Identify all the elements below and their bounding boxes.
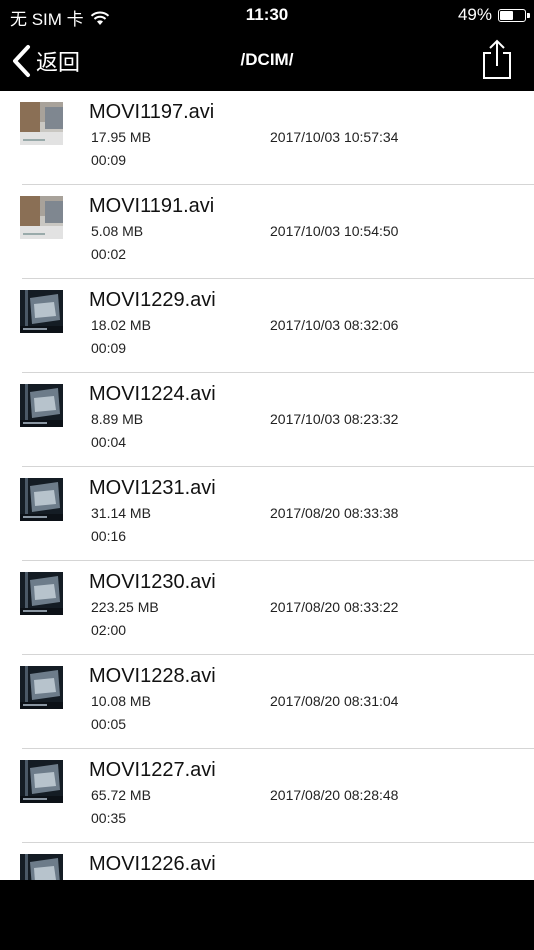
file-row[interactable]: MOVI1191.avi 5.08 MB 2017/10/03 10:54:50 00… — [0, 185, 534, 279]
file-row[interactable]: MOVI1224.avi 8.89 MB 2017/10/03 08:23:32 00… — [0, 373, 534, 467]
file-date: 2017/10/03 08:23:32 — [270, 411, 399, 427]
status-time: 11:30 — [245, 5, 289, 24]
file-name: MOVI1226.avi — [89, 853, 216, 875]
file-name: MOVI1224.avi — [89, 383, 216, 405]
video-thumbnail — [20, 196, 63, 239]
file-size: 65.72 MB — [91, 787, 151, 803]
file-name: MOVI1231.avi — [89, 477, 216, 499]
battery-tip — [527, 12, 530, 18]
bottom-bar — [0, 880, 534, 950]
file-row[interactable]: MOVI1228.avi 10.08 MB 2017/08/20 08:31:04 0… — [0, 655, 534, 749]
file-date: 2017/08/20 08:28:48 — [270, 787, 399, 803]
page-title: /DCIM/ — [240, 50, 294, 69]
battery-icon — [498, 8, 530, 22]
file-size: 31.14 MB — [91, 505, 151, 521]
file-duration: 00:04 — [91, 434, 127, 450]
file-date: 2017/10/03 08:32:06 — [270, 317, 399, 333]
file-date: 2017/08/20 08:31:04 — [270, 693, 399, 709]
file-list[interactable]: MOVI1197.avi 17.95 MB 2017/10/03 10:57:34 0… — [0, 91, 534, 880]
file-row[interactable]: MOVI1226.avi — [0, 843, 534, 880]
file-name: MOVI1227.avi — [89, 759, 216, 781]
file-size: 17.95 MB — [91, 129, 151, 145]
status-bar: 无 SIM 卡 11:30 49% — [0, 0, 534, 30]
video-thumbnail — [20, 290, 63, 333]
file-row[interactable]: MOVI1197.avi 17.95 MB 2017/10/03 10:57:34 0… — [0, 91, 534, 185]
file-duration: 02:00 — [91, 622, 127, 638]
share-icon — [483, 39, 511, 79]
file-name: MOVI1228.avi — [89, 665, 216, 687]
file-row[interactable]: MOVI1231.avi 31.14 MB 2017/08/20 08:33:38 0… — [0, 467, 534, 561]
share-button[interactable] — [480, 38, 514, 80]
file-duration: 00:16 — [91, 528, 127, 544]
screen: 无 SIM 卡 11:30 49% 返回 /DCIM/ MOVI1197.avi… — [0, 0, 534, 950]
file-duration: 00:09 — [91, 340, 127, 356]
video-thumbnail — [20, 102, 63, 145]
file-size: 18.02 MB — [91, 317, 151, 333]
file-duration: 00:05 — [91, 716, 127, 732]
file-size: 10.08 MB — [91, 693, 151, 709]
file-size: 223.25 MB — [91, 599, 159, 615]
video-thumbnail — [20, 478, 63, 521]
file-name: MOVI1197.avi — [89, 101, 215, 123]
file-date: 2017/08/20 08:33:38 — [270, 505, 399, 521]
file-name: MOVI1230.avi — [89, 571, 216, 593]
file-row[interactable]: MOVI1227.avi 65.72 MB 2017/08/20 08:28:48 0… — [0, 749, 534, 843]
file-date: 2017/08/20 08:33:22 — [270, 599, 399, 615]
video-thumbnail — [20, 760, 63, 803]
battery-status: 49% — [457, 5, 530, 25]
file-row[interactable]: MOVI1229.avi 18.02 MB 2017/10/03 08:32:06 0… — [0, 279, 534, 373]
video-thumbnail — [20, 384, 63, 427]
battery-fill — [500, 10, 513, 20]
video-thumbnail — [20, 854, 63, 880]
navigation-bar: 返回 /DCIM/ — [0, 30, 534, 91]
battery-percent: 49% — [457, 5, 492, 24]
file-size: 8.89 MB — [91, 411, 144, 427]
file-date: 2017/10/03 10:54:50 — [270, 223, 399, 239]
video-thumbnail — [20, 572, 63, 615]
file-name: MOVI1191.avi — [89, 195, 215, 217]
file-duration: 00:02 — [91, 246, 127, 262]
file-row[interactable]: MOVI1230.avi 223.25 MB 2017/08/20 08:33:22… — [0, 561, 534, 655]
file-duration: 00:09 — [91, 152, 127, 168]
video-thumbnail — [20, 666, 63, 709]
file-duration: 00:35 — [91, 810, 127, 826]
file-name: MOVI1229.avi — [89, 289, 216, 311]
file-size: 5.08 MB — [91, 223, 144, 239]
file-date: 2017/10/03 10:57:34 — [270, 129, 399, 145]
